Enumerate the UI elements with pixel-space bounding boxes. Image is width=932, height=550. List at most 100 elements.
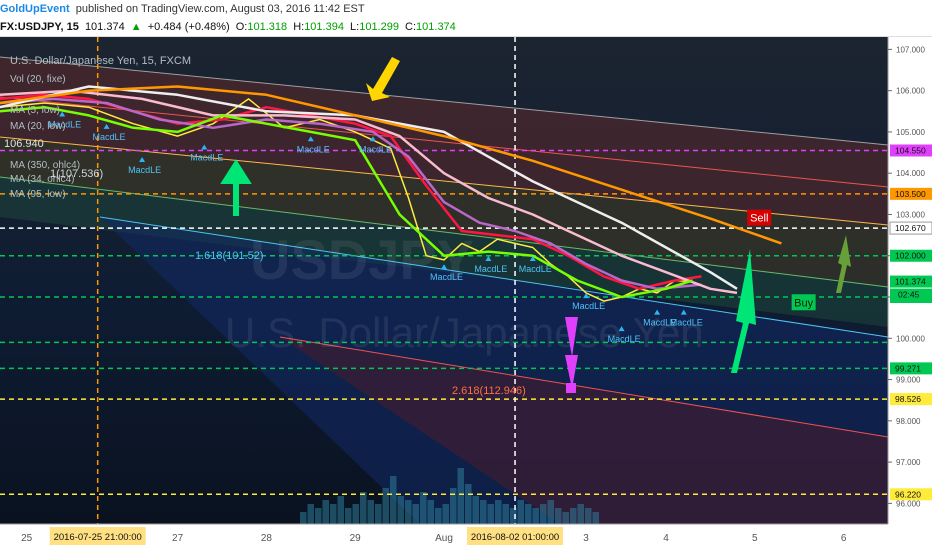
price-tag-label: 98.526: [895, 394, 921, 404]
volume-bar: [390, 476, 397, 524]
signal-label: MacdLE: [430, 272, 463, 282]
chart-screenshot: GoldUpEvent published on TradingView.com…: [0, 0, 932, 550]
y-tick-label: 106.000: [896, 87, 925, 96]
volume-bar: [322, 500, 329, 524]
volume-bar: [555, 508, 562, 524]
volume-bar: [337, 496, 344, 524]
indicator-label: MA (20, low): [10, 121, 66, 132]
chart-title: U.S. Dollar/Japanese Yen, 15, FXCM: [10, 55, 191, 67]
x-highlight-label: 2016-07-25 21:00:00: [54, 532, 142, 543]
volume-bar: [517, 500, 524, 524]
signal-label: MacdLE: [128, 165, 161, 175]
signal-label: MacdLE: [670, 318, 703, 328]
fib-label: 1(107.536): [50, 168, 103, 180]
y-tick-label: 105.000: [896, 128, 925, 137]
volume-bar: [577, 504, 584, 524]
indicator-label: MA (95, low): [10, 189, 66, 200]
x-tick-label: 27: [172, 533, 184, 544]
fib-label: 2.618(112.946): [452, 385, 526, 397]
volume-bar: [570, 508, 577, 524]
price-tag-label: 102.000: [895, 251, 926, 261]
volume-bar: [367, 500, 374, 524]
annotation-text: Sell: [750, 213, 768, 225]
volume-bar: [532, 508, 539, 524]
signal-label: MacdLE: [359, 144, 392, 154]
y-tick-label: 103.000: [896, 210, 925, 219]
x-tick-label: Aug: [435, 533, 453, 544]
y-tick-label: 98.000: [896, 417, 921, 426]
high-label: H:: [293, 21, 305, 33]
magenta-marker: [566, 383, 576, 393]
volume-bar: [360, 492, 367, 524]
publish-header: GoldUpEvent published on TradingView.com…: [0, 0, 932, 18]
x-tick-label: 4: [663, 533, 669, 544]
signal-label: MacdLE: [190, 153, 223, 163]
low-label: L:: [350, 21, 360, 33]
indicator-label: MA (5, low): [10, 105, 60, 116]
volume-bar: [307, 504, 314, 524]
x-tick-label: 25: [21, 533, 33, 544]
low-value: 101.299: [359, 21, 399, 33]
y-tick-label: 97.000: [896, 458, 921, 467]
indicator-label: 106.940: [4, 138, 44, 150]
volume-bar: [525, 504, 532, 524]
x-tick-label: 29: [350, 533, 362, 544]
volume-bar: [480, 500, 487, 524]
high-value: 101.394: [304, 21, 344, 33]
symbol-label: FX:USDJPY, 15: [0, 21, 79, 33]
y-tick-label: 99.000: [896, 376, 921, 385]
close-label: C:: [405, 21, 417, 33]
open-value: 101.318: [247, 21, 288, 33]
price-tag-label: 103.500: [895, 189, 926, 199]
price-chart[interactable]: USDJPY U.S. Dollar/Japanese Yen MacdLEMa…: [0, 37, 932, 550]
signal-label: MacdLE: [519, 264, 552, 274]
volume-bar: [442, 504, 449, 524]
watermark-name: U.S. Dollar/Japanese Yen: [225, 309, 704, 356]
signal-label: MacdLE: [297, 144, 330, 154]
volume-bar: [330, 504, 337, 524]
volume-bar: [540, 504, 547, 524]
published-text: published on TradingView.com, August 03,…: [75, 3, 365, 15]
volume-bar: [472, 496, 479, 524]
volume-bar: [315, 508, 322, 524]
signal-label: MacdLE: [474, 264, 507, 274]
volume-bar: [487, 504, 494, 524]
volume-bar: [345, 508, 352, 524]
y-tick-label: 96.000: [896, 499, 921, 508]
price-tag-label: 102.670: [895, 223, 926, 233]
countdown-label: 02:45: [898, 290, 920, 300]
fib-label: 1.618(101.52): [195, 250, 264, 262]
volume-bar: [405, 500, 412, 524]
ohlc-header: FX:USDJPY, 15 101.374 ▲ +0.484 (+0.48%) …: [0, 18, 932, 37]
volume-bar: [592, 512, 599, 524]
volume-bar: [375, 504, 382, 524]
x-tick-label: 6: [841, 533, 847, 544]
up-arrow-icon: ▲: [130, 21, 142, 33]
price-change: +0.484 (+0.48%): [147, 21, 230, 33]
volume-bar: [547, 500, 554, 524]
price-tag-label: 99.271: [895, 363, 921, 373]
x-tick-label: 28: [261, 533, 273, 544]
volume-bar: [382, 488, 389, 524]
author-link[interactable]: GoldUpEvent: [0, 3, 70, 15]
volume-bar: [562, 512, 569, 524]
volume-bar: [300, 512, 307, 524]
volume-bar: [397, 496, 404, 524]
close-value: 101.374: [416, 21, 456, 33]
y-tick-label: 100.000: [896, 334, 925, 343]
indicator-label: Vol (20, fixe): [10, 74, 66, 85]
volume-bar: [420, 492, 427, 524]
y-tick-label: 104.000: [896, 169, 925, 178]
volume-bar: [427, 500, 434, 524]
x-highlight-label: 2016-08-02 01:00:00: [471, 532, 559, 543]
price-tag-label: 96.220: [895, 489, 921, 499]
last-price: 101.374: [84, 21, 125, 33]
price-tag-label: 104.550: [895, 145, 926, 155]
volume-bar: [465, 484, 472, 524]
y-tick-label: 107.000: [896, 45, 925, 54]
volume-bar: [585, 508, 592, 524]
volume-bar: [412, 504, 419, 524]
volume-bar: [435, 508, 442, 524]
signal-label: MacdLE: [93, 132, 126, 142]
signal-label: MacdLE: [572, 301, 605, 311]
